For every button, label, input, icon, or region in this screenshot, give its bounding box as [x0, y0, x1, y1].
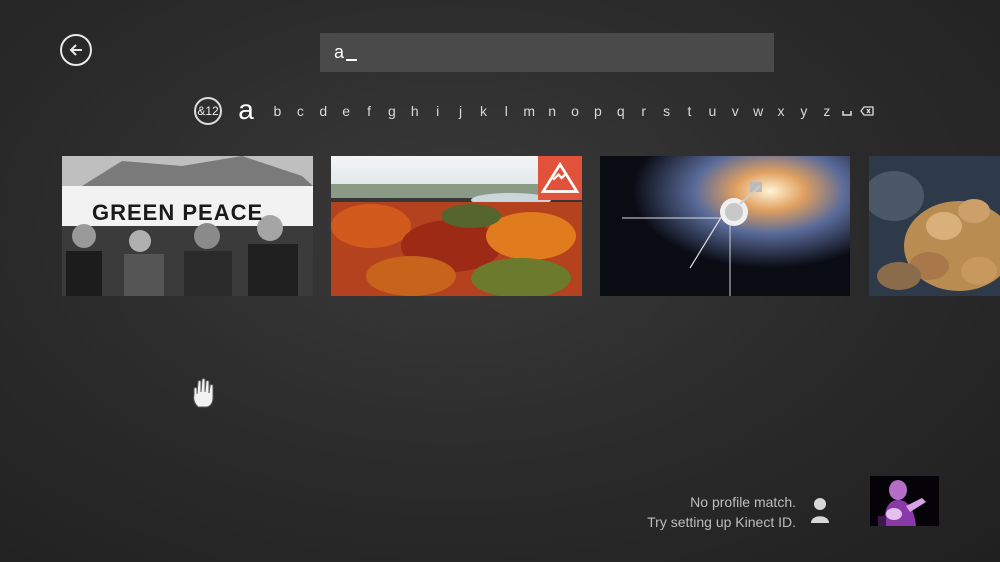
profile-status: No profile match. Try setting up Kinect … [647, 492, 796, 532]
result-tile-autumn-forest[interactable] [331, 156, 582, 296]
boat-lettering: GREEN PEACE [92, 200, 264, 225]
backspace-key[interactable] [856, 106, 878, 116]
key-k[interactable]: k [472, 103, 495, 119]
key-r[interactable]: r [632, 103, 655, 119]
space-icon [842, 111, 853, 116]
letter-keyboard: &12 a bcdefghijklmnopqrstuvwxyz [194, 94, 878, 127]
arrow-left-icon [69, 44, 82, 56]
search-query: a [334, 42, 345, 62]
key-u[interactable]: u [701, 103, 724, 119]
profile-status-line2: Try setting up Kinect ID. [647, 514, 796, 530]
key-v[interactable]: v [724, 103, 747, 119]
search-input[interactable]: a [320, 33, 774, 72]
key-d[interactable]: d [312, 103, 335, 119]
key-q[interactable]: q [609, 103, 632, 119]
backspace-icon [860, 106, 874, 116]
key-x[interactable]: x [770, 103, 793, 119]
key-l[interactable]: l [495, 103, 518, 119]
key-f[interactable]: f [358, 103, 381, 119]
key-w[interactable]: w [747, 103, 770, 119]
key-i[interactable]: i [426, 103, 449, 119]
key-z[interactable]: z [815, 103, 838, 119]
key-e[interactable]: e [335, 103, 358, 119]
key-c[interactable]: c [289, 103, 312, 119]
symbols-key[interactable]: &12 [194, 97, 222, 125]
key-t[interactable]: t [678, 103, 701, 119]
key-m[interactable]: m [518, 103, 541, 119]
key-active-letter[interactable]: a [226, 94, 266, 126]
coral-photo [869, 156, 1000, 296]
result-tile-coral[interactable] [869, 156, 1000, 296]
result-tile-voyager-space[interactable] [600, 156, 850, 296]
result-tile-greenpeace[interactable]: GREEN PEACE [62, 156, 313, 296]
letter-keys: bcdefghijklmnopqrstuvwxyz [266, 103, 838, 119]
greenpeace-photo [62, 156, 313, 296]
key-h[interactable]: h [403, 103, 426, 119]
key-y[interactable]: y [792, 103, 815, 119]
key-p[interactable]: p [586, 103, 609, 119]
space-key[interactable] [838, 106, 856, 116]
key-j[interactable]: j [449, 103, 472, 119]
key-n[interactable]: n [541, 103, 564, 119]
kinect-silhouette [870, 476, 939, 526]
text-caret [346, 58, 358, 61]
back-button[interactable] [60, 34, 92, 66]
profile-status-line1: No profile match. [690, 494, 796, 510]
key-o[interactable]: o [564, 103, 587, 119]
kinect-camera-preview[interactable] [870, 476, 939, 526]
key-s[interactable]: s [655, 103, 678, 119]
person-icon [811, 498, 829, 523]
key-g[interactable]: g [380, 103, 403, 119]
mountain-icon [540, 161, 580, 193]
voyager-space-photo [600, 156, 850, 296]
kinect-hand-cursor-icon [193, 378, 214, 408]
key-b[interactable]: b [266, 103, 289, 119]
app-badge [538, 156, 582, 200]
